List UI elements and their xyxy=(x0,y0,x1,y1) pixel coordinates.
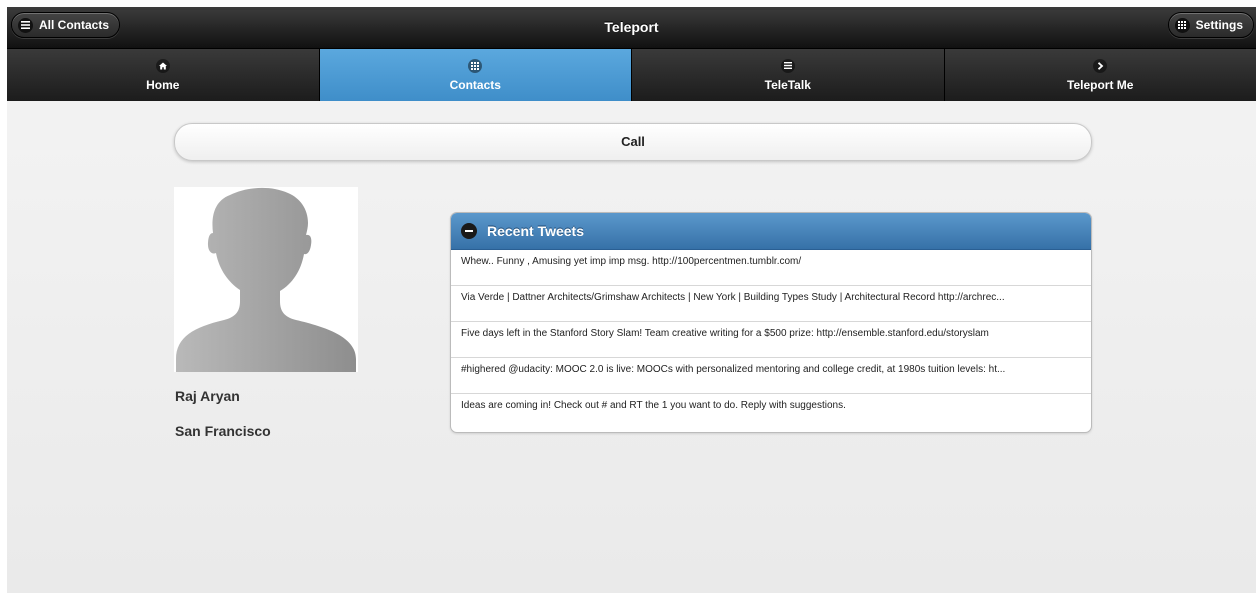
tab-home-label: Home xyxy=(146,77,180,92)
tweet-item: Ideas are coming in! Check out # and RT … xyxy=(461,400,846,411)
navbar: Home Contacts TeleTalk Teleport Me xyxy=(7,49,1256,101)
all-contacts-button[interactable]: All Contacts xyxy=(11,12,121,38)
contact-name: Raj Aryan xyxy=(175,388,240,404)
all-contacts-label: All Contacts xyxy=(39,18,110,32)
tab-teletalk[interactable]: TeleTalk xyxy=(632,49,945,101)
tab-teletalk-label: TeleTalk xyxy=(764,77,811,92)
tab-teleport-me-label: Teleport Me xyxy=(1067,77,1134,92)
recent-tweets-header[interactable]: Recent Tweets xyxy=(451,213,1091,250)
grid-icon xyxy=(1174,17,1190,33)
settings-button[interactable]: Settings xyxy=(1167,12,1254,38)
tab-contacts-label: Contacts xyxy=(449,77,501,92)
app-page: Teleport All Contacts Settings Home Cont… xyxy=(7,7,1256,593)
settings-label: Settings xyxy=(1195,18,1243,32)
list-icon xyxy=(18,17,33,33)
call-button[interactable]: Call xyxy=(174,123,1092,161)
home-icon xyxy=(155,58,170,73)
tweet-item: Via Verde | Dattner Architects/Grimshaw … xyxy=(451,286,1091,322)
tweet-item: Whew.. Funny , Amusing yet imp imp msg. … xyxy=(451,250,1091,286)
page-title: Teleport xyxy=(604,19,659,35)
header-bar: Teleport All Contacts Settings xyxy=(7,7,1256,49)
tweet-item: #highered @udacity: MOOC 2.0 is live: MO… xyxy=(451,358,1091,394)
person-silhouette-icon xyxy=(176,187,356,372)
recent-tweets-panel: Recent Tweets Whew.. Funny , Amusing yet… xyxy=(450,212,1092,433)
arrow-right-icon xyxy=(1093,58,1108,73)
recent-tweets-title: Recent Tweets xyxy=(487,223,584,239)
contact-city: San Francisco xyxy=(175,423,271,439)
tab-home[interactable]: Home xyxy=(7,49,320,101)
collapse-minus-icon[interactable] xyxy=(461,223,477,239)
grid-icon xyxy=(468,58,483,73)
list-icon xyxy=(780,58,795,73)
avatar xyxy=(174,187,358,372)
tweet-item: Five days left in the Stanford Story Sla… xyxy=(451,322,1091,358)
tab-teleport-me[interactable]: Teleport Me xyxy=(944,49,1256,101)
tab-contacts[interactable]: Contacts xyxy=(319,49,632,101)
